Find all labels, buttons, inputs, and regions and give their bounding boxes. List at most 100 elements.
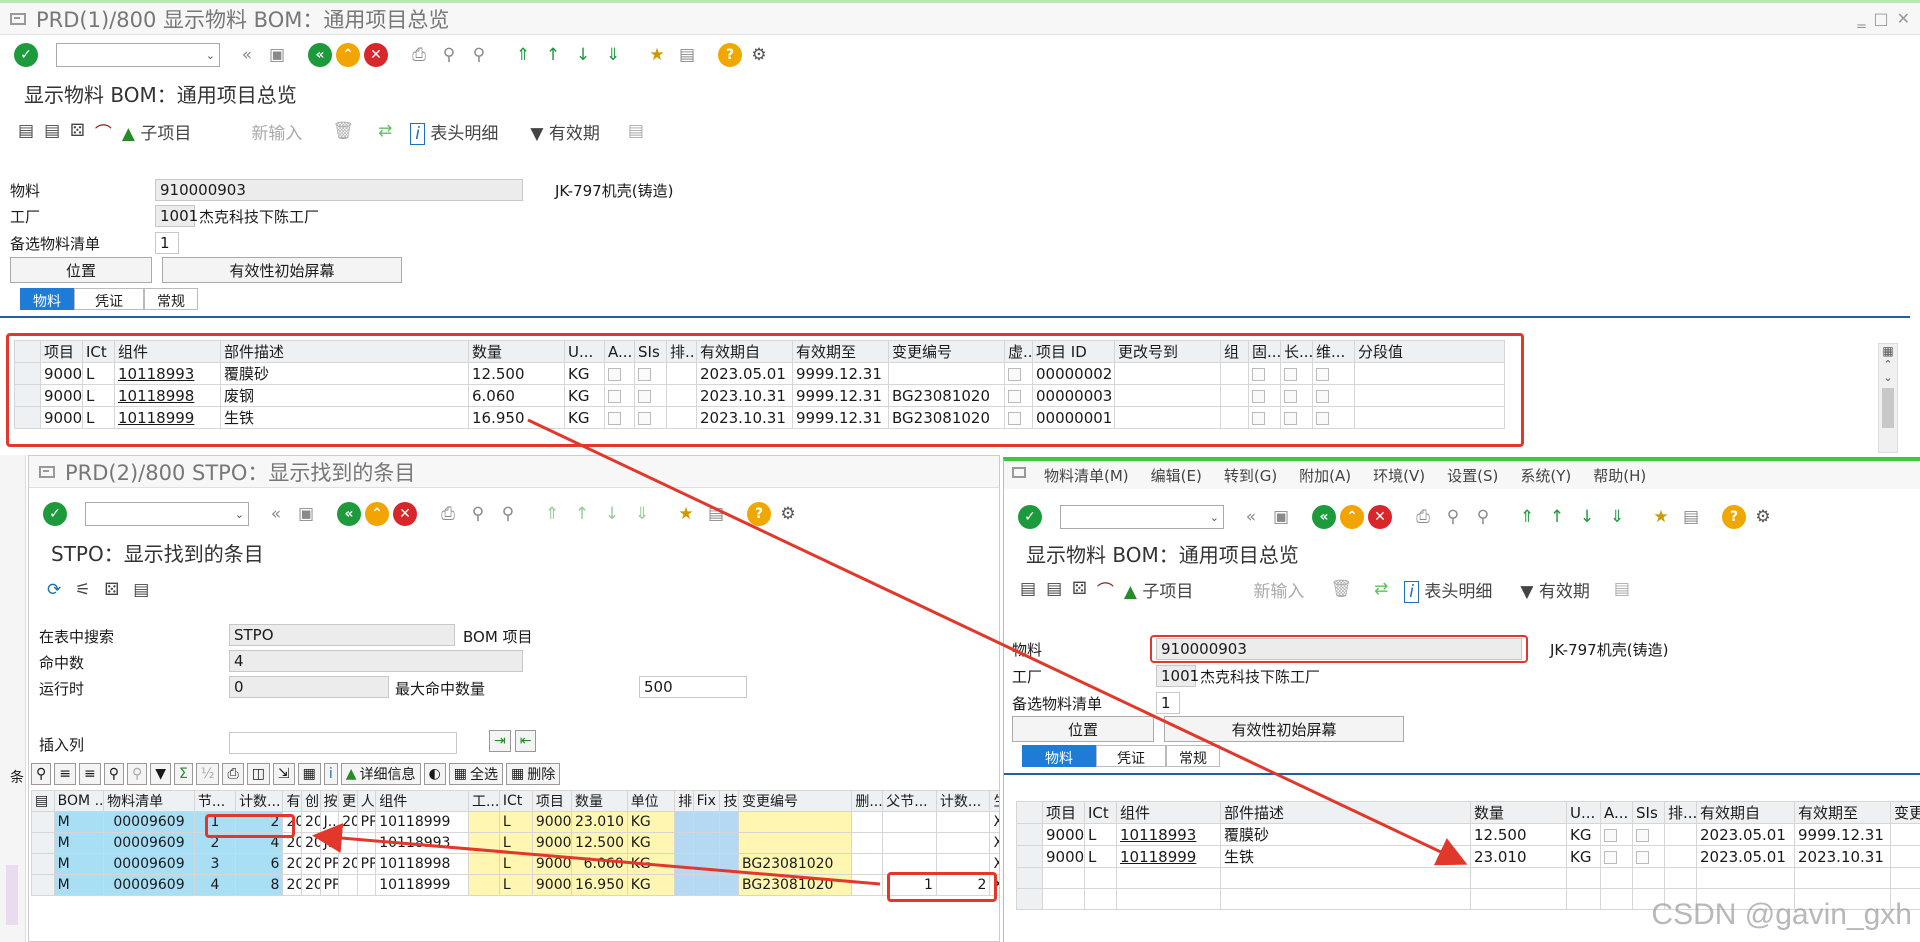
validity-button[interactable]: ▼ 有效期 xyxy=(1520,577,1589,602)
cell-bom-list[interactable]: 00009609 xyxy=(103,811,195,833)
col-header[interactable]: 工... xyxy=(467,790,500,812)
cell-checkbox[interactable] xyxy=(1632,845,1665,868)
cell-parent-node[interactable] xyxy=(882,811,937,833)
first-page-icon[interactable]: ⇑ xyxy=(1514,504,1540,530)
table-row[interactable]: M 00009609 3 6 20 20 PP 20 PP 10118998 L… xyxy=(31,853,999,875)
new-entry-button[interactable]: 新输入 xyxy=(251,119,302,144)
stpo-result-table[interactable]: ▤ BOM ... 物料清单 节... 计数... 有 创 按 更 人 组件 工… xyxy=(31,790,999,896)
select-all-button[interactable]: ▦ 全选 xyxy=(448,763,504,785)
back-icon[interactable]: « xyxy=(308,43,332,67)
maximize-icon[interactable]: □ xyxy=(1873,9,1888,28)
hits-field[interactable]: 4 xyxy=(229,650,523,672)
command-field[interactable]: ⌄ xyxy=(85,502,249,526)
menu-item-settings[interactable]: 设置(S) xyxy=(1447,465,1498,486)
enter-icon[interactable]: ✓ xyxy=(43,502,67,526)
vertical-scrollbar[interactable]: ▦ ⌃ ⌄ xyxy=(1878,343,1898,453)
trash-icon[interactable]: 🗑 xyxy=(332,121,354,141)
col-header[interactable]: 组件 xyxy=(1116,801,1221,824)
cell-component-link[interactable]: 10118993 xyxy=(1116,823,1221,846)
find-icon[interactable]: ⚲ xyxy=(465,501,491,527)
command-field[interactable]: ⌄ xyxy=(56,43,220,67)
cell-bom-list[interactable]: 00009609 xyxy=(103,874,195,896)
cell[interactable]: PP xyxy=(319,853,340,875)
col-header[interactable]: 节... xyxy=(193,790,237,812)
export-icon[interactable]: ⇲ xyxy=(272,763,295,785)
cell[interactable] xyxy=(467,832,500,854)
cell-node[interactable]: 4 xyxy=(193,874,237,896)
col-header[interactable]: 单位 xyxy=(626,790,676,812)
row-selector-header[interactable] xyxy=(1016,801,1043,824)
col-header[interactable]: 排 xyxy=(674,790,694,812)
cell[interactable] xyxy=(692,811,721,833)
shortcut-icon[interactable]: ▤ xyxy=(1678,504,1704,530)
window-controls[interactable]: ‗ □ ✕ xyxy=(1857,9,1910,28)
first-page-icon[interactable]: ⇑ xyxy=(539,501,565,527)
col-header[interactable]: 有 xyxy=(282,790,303,812)
print-preview-icon[interactable]: ⎙ xyxy=(222,763,244,785)
tab-general[interactable]: 常规 xyxy=(144,288,198,310)
cell-change-number[interactable] xyxy=(1890,845,1920,868)
last-page-icon[interactable]: ⇓ xyxy=(1604,504,1630,530)
cell[interactable] xyxy=(467,811,500,833)
cell-node[interactable]: 3 xyxy=(193,853,237,875)
cell-unit[interactable]: KG xyxy=(1566,823,1601,846)
cell[interactable]: PP xyxy=(319,874,340,896)
hat-icon[interactable]: ⌒ xyxy=(1097,577,1114,602)
save-icon[interactable]: ▣ xyxy=(264,42,290,68)
col-header[interactable]: A... xyxy=(1600,801,1633,824)
column-config-icon[interactable]: ▦ xyxy=(1879,344,1897,358)
col-header[interactable]: 计数... xyxy=(935,790,991,812)
cell-valid-to[interactable]: 9999.12.31 xyxy=(1794,823,1891,846)
cell-parent-counter[interactable] xyxy=(935,811,991,833)
row-selector[interactable] xyxy=(1016,823,1043,846)
cell-change-number[interactable] xyxy=(1890,823,1920,846)
subtotal-icon[interactable]: ½ xyxy=(195,763,220,785)
scroll-down-icon[interactable]: ⌄ xyxy=(1879,371,1897,384)
plant-field[interactable]: 1001 xyxy=(1156,665,1199,687)
delete-button[interactable]: ▦ 删除 xyxy=(506,763,561,785)
table-row[interactable]: M 00009609 1 2 20 20 J.. 20 PP 10118999 … xyxy=(31,811,999,833)
cell[interactable] xyxy=(674,832,694,854)
cell-quantity[interactable]: 23.010 xyxy=(1470,845,1567,868)
cell[interactable]: X xyxy=(989,811,999,833)
alt-bom-field[interactable]: 1 xyxy=(1156,692,1180,714)
find-next-icon[interactable]: ⚲ xyxy=(466,42,492,68)
create-session-icon[interactable]: ★ xyxy=(673,501,699,527)
cell-bom[interactable]: M xyxy=(53,832,105,854)
exit-icon[interactable]: ⌃ xyxy=(365,502,389,526)
row-selector[interactable] xyxy=(1016,845,1043,868)
cell[interactable]: 20 xyxy=(282,853,303,875)
table-row[interactable]: M 00009609 4 8 20 20 PP 10118999 L 9000 … xyxy=(31,874,999,896)
layout-icon[interactable]: ▦ xyxy=(297,763,321,785)
cell-bom[interactable]: M xyxy=(53,874,105,896)
cell[interactable] xyxy=(674,874,694,896)
save-icon[interactable]: ▣ xyxy=(293,501,319,527)
cell[interactable] xyxy=(674,811,694,833)
cell-component[interactable]: 10118999 xyxy=(375,874,469,896)
col-header[interactable]: 人 xyxy=(356,790,377,812)
tab-document[interactable]: 凭证 xyxy=(74,288,144,310)
cell[interactable]: 20 xyxy=(301,811,321,833)
col-header[interactable]: 生 xyxy=(989,790,999,812)
scroll-up-icon[interactable]: ⌃ xyxy=(1879,358,1897,371)
cell[interactable] xyxy=(338,832,358,854)
detail-icon[interactable]: ⚲ xyxy=(31,763,52,785)
col-header[interactable]: 项目 xyxy=(531,790,573,812)
cell-bom-list[interactable]: 00009609 xyxy=(103,832,195,854)
col-header[interactable]: 变更编号 xyxy=(737,790,853,812)
cell-ict[interactable]: L xyxy=(498,874,533,896)
cancel-icon[interactable]: ✕ xyxy=(1368,505,1392,529)
cell-change-number[interactable]: BG23081020 xyxy=(737,874,853,896)
next-page-icon[interactable]: ↓ xyxy=(599,501,625,527)
menu-item-bom[interactable]: 物料清单(M) xyxy=(1044,465,1129,486)
print-icon[interactable]: ⎙ xyxy=(435,501,461,527)
cell[interactable] xyxy=(719,853,739,875)
col-header[interactable]: Fix xyxy=(692,790,721,812)
cell-component[interactable]: 10118993 xyxy=(375,832,469,854)
trash-icon[interactable]: 🗑 xyxy=(1330,579,1352,599)
col-header[interactable]: 技 xyxy=(719,790,739,812)
row-selector[interactable] xyxy=(31,832,55,854)
print-icon[interactable]: ⎙ xyxy=(406,42,432,68)
layout-icon[interactable]: ▤ xyxy=(628,121,644,141)
cell[interactable] xyxy=(851,874,884,896)
